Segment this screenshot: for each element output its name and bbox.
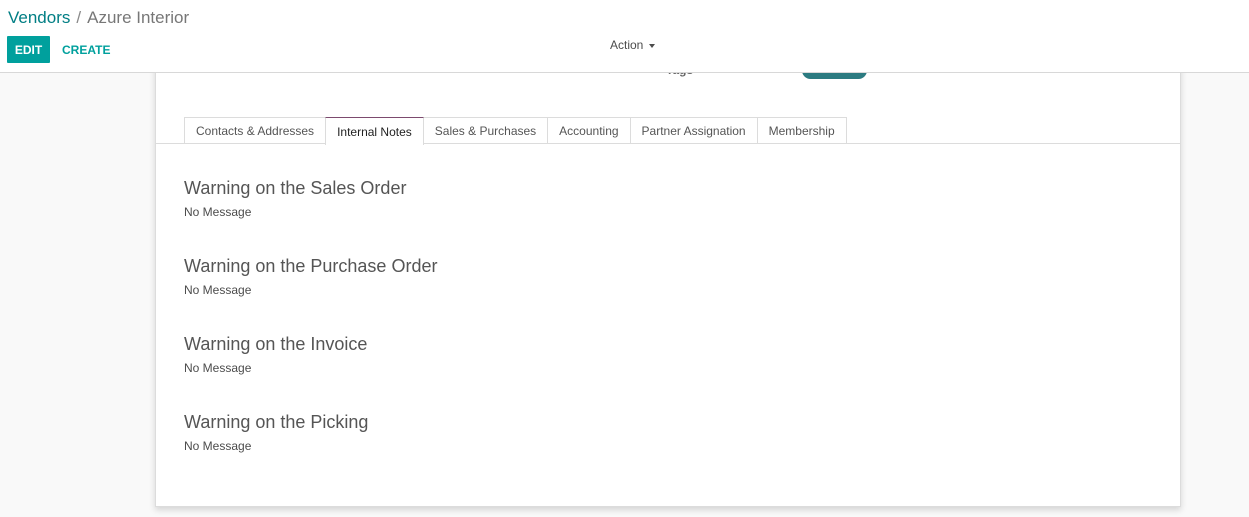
warning-picking-section: Warning on the Picking No Message bbox=[184, 411, 368, 453]
warning-purchase-order-value: No Message bbox=[184, 283, 252, 297]
action-label: Action bbox=[610, 38, 644, 52]
tab-accounting[interactable]: Accounting bbox=[547, 117, 631, 144]
edit-button[interactable]: EDIT bbox=[7, 36, 50, 63]
warning-invoice-title: Warning on the Invoice bbox=[184, 334, 368, 354]
tab-internal-notes[interactable]: Internal Notes bbox=[325, 117, 424, 145]
control-panel: Vendors / Azure Interior EDIT CREATE Actio… bbox=[0, 0, 1249, 73]
warning-invoice-section: Warning on the Invoice No Message bbox=[184, 333, 367, 375]
warning-picking-value: No Message bbox=[184, 439, 252, 453]
warning-sales-order-section: Warning on the Sales Order No Message bbox=[184, 177, 406, 219]
form-sheet: Tags Services Contacts & Addresses Inter… bbox=[155, 52, 1181, 507]
tab-partner-assignation[interactable]: Partner Assignation bbox=[629, 117, 758, 144]
create-button[interactable]: CREATE bbox=[62, 36, 110, 63]
warning-sales-order-value: No Message bbox=[184, 205, 252, 219]
tabs-divider bbox=[156, 143, 1180, 144]
breadcrumb-separator: / bbox=[76, 8, 82, 27]
breadcrumb: Vendors / Azure Interior bbox=[8, 8, 189, 28]
action-dropdown[interactable]: Action bbox=[610, 36, 656, 54]
warning-purchase-order-section: Warning on the Purchase Order No Message bbox=[184, 255, 437, 297]
tab-contacts-addresses[interactable]: Contacts & Addresses bbox=[184, 117, 327, 144]
tab-sales-purchases[interactable]: Sales & Purchases bbox=[422, 117, 549, 144]
breadcrumb-vendors-link[interactable]: Vendors bbox=[8, 8, 70, 27]
breadcrumb-current: Azure Interior bbox=[87, 8, 190, 27]
warning-purchase-order-title: Warning on the Purchase Order bbox=[184, 256, 438, 276]
notebook-tabs: Contacts & Addresses Internal Notes Sale… bbox=[184, 117, 847, 145]
warning-picking-title: Warning on the Picking bbox=[184, 412, 369, 432]
caret-down-icon bbox=[649, 43, 656, 48]
tab-membership[interactable]: Membership bbox=[756, 117, 847, 144]
warning-sales-order-title: Warning on the Sales Order bbox=[184, 178, 407, 198]
warning-invoice-value: No Message bbox=[184, 361, 252, 375]
